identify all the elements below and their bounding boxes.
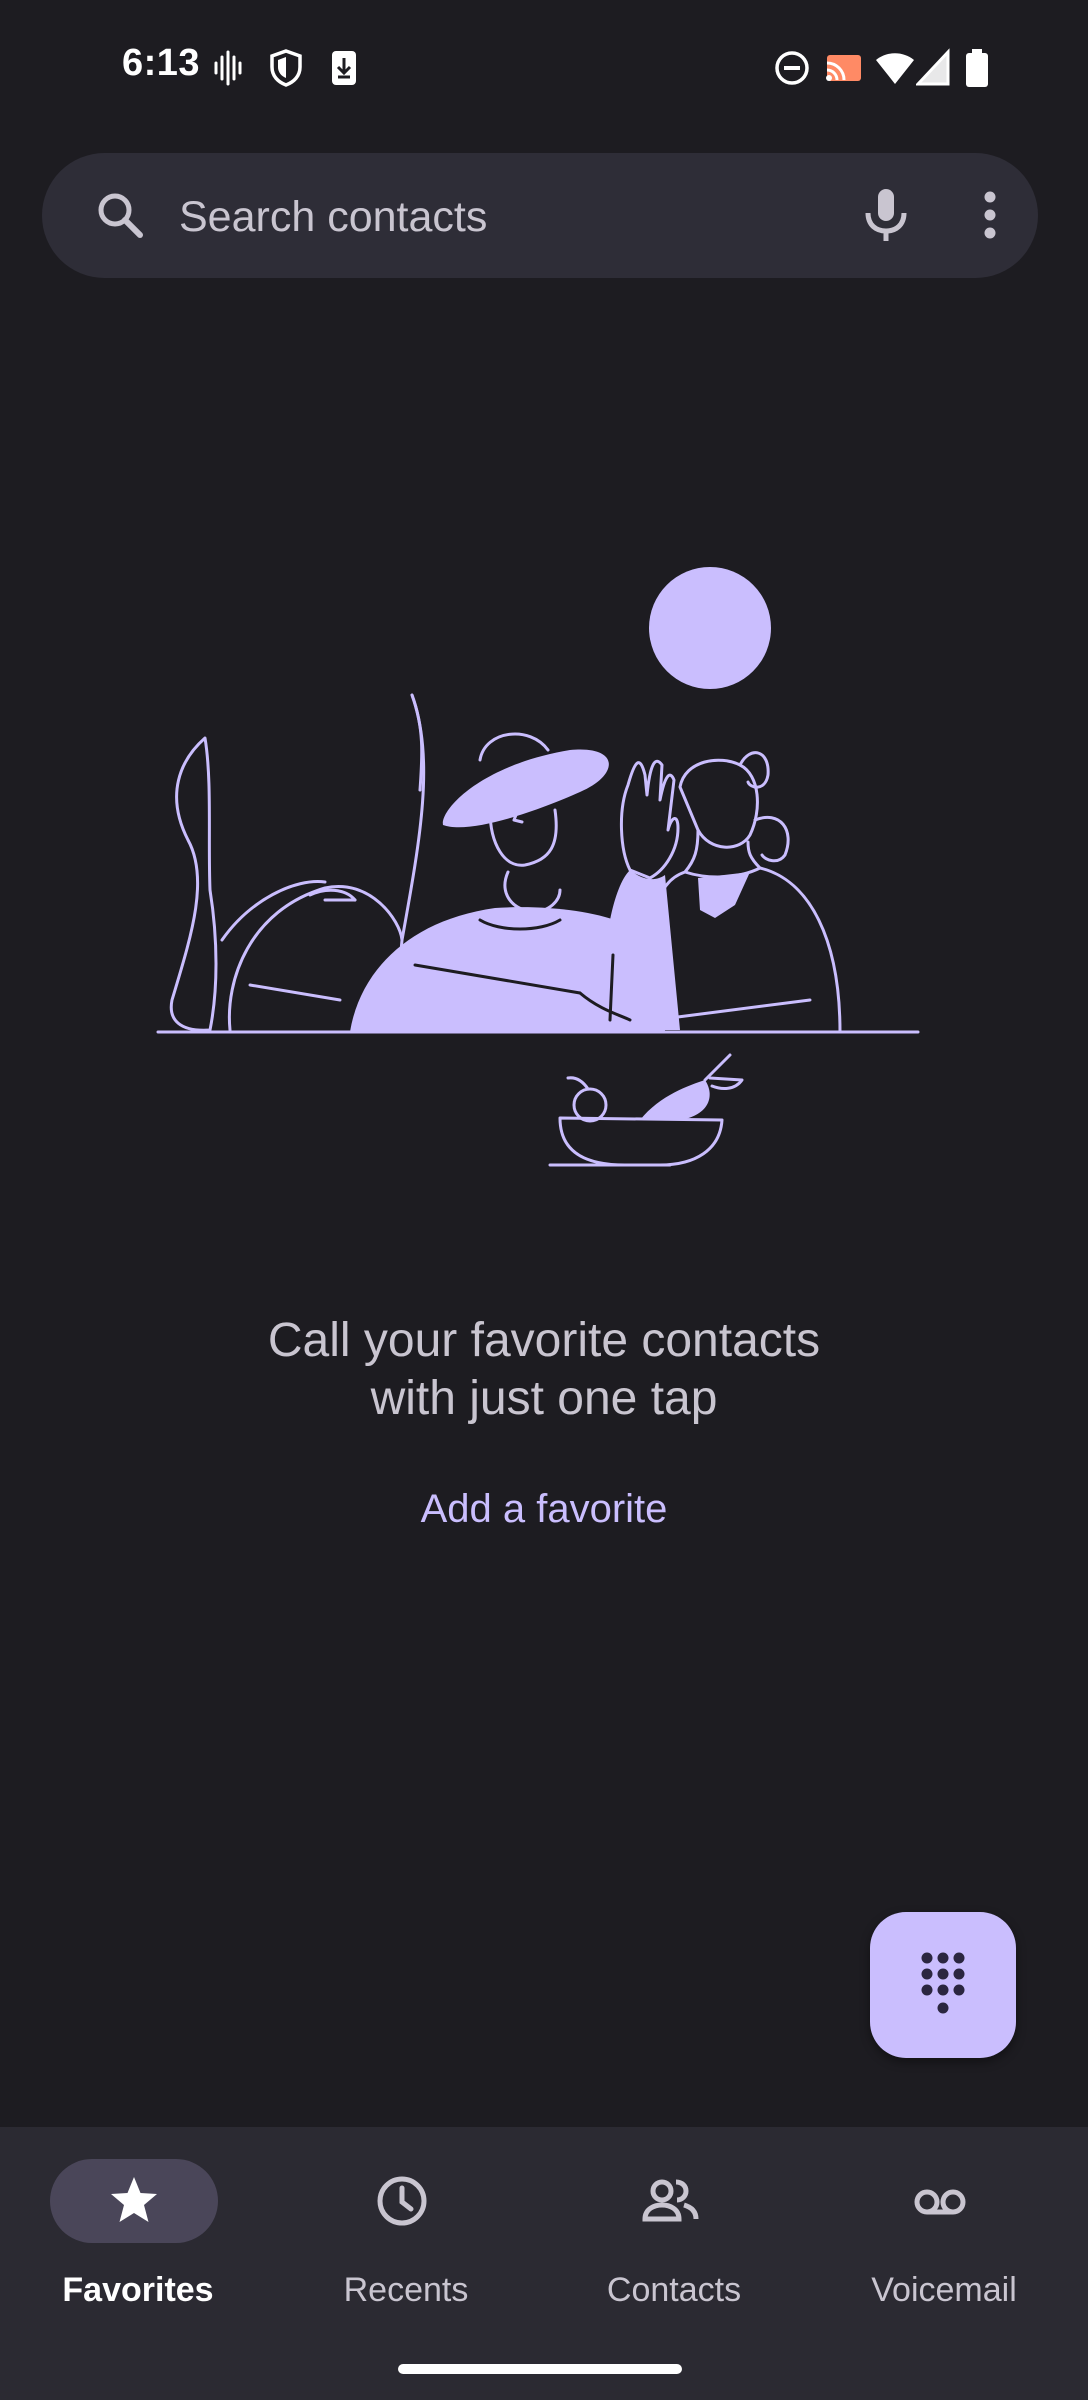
nav-label-contacts: Contacts [606, 2271, 742, 2309]
search-icon[interactable] [90, 185, 152, 247]
nav-item-contacts[interactable]: Contacts [554, 2159, 794, 2339]
cell-signal-icon [916, 48, 952, 88]
more-vert-icon[interactable] [962, 183, 1018, 247]
clock-icon [372, 2171, 432, 2231]
voice-wave-icon [210, 48, 246, 88]
nav-label-voicemail: Voicemail [871, 2271, 1017, 2309]
shield-icon [268, 48, 304, 88]
nav-item-voicemail[interactable]: Voicemail [824, 2159, 1064, 2339]
empty-state-line-2: with just one tap [370, 1372, 718, 1425]
bottom-navigation: Favorites Recents Contacts Voicemail [0, 2127, 1088, 2400]
star-icon [104, 2171, 164, 2231]
people-icon [640, 2171, 700, 2231]
do-not-disturb-icon [774, 48, 810, 88]
wifi-icon [874, 48, 916, 88]
status-bar: 6:13 [0, 0, 1088, 130]
status-time: 6:13 [122, 42, 201, 84]
battery-icon [962, 48, 992, 88]
download-icon [326, 48, 362, 88]
gesture-navigation-bar[interactable] [398, 2364, 682, 2374]
search-bar[interactable]: Search contacts [42, 153, 1038, 278]
voicemail-icon [910, 2171, 970, 2231]
nav-label-recents: Recents [343, 2271, 469, 2309]
empty-state-line-1: Call your favorite contacts [267, 1314, 821, 1367]
cast-icon [824, 48, 864, 88]
empty-state-message: Call your favorite contacts with just on… [0, 1312, 1088, 1428]
nav-item-recents[interactable]: Recents [286, 2159, 526, 2339]
search-input[interactable]: Search contacts [179, 193, 487, 242]
nav-item-favorites[interactable]: Favorites [18, 2159, 258, 2339]
phone-favorites-screen: 6:13 Search contacts Call your favorite … [0, 0, 1088, 2400]
favorites-illustration [150, 560, 930, 1180]
dialpad-fab[interactable] [870, 1912, 1016, 2058]
nav-label-favorites: Favorites [62, 2271, 214, 2309]
microphone-icon[interactable] [854, 183, 918, 247]
dialpad-icon [919, 1950, 967, 2020]
add-favorite-button[interactable]: Add a favorite [394, 1478, 694, 1540]
